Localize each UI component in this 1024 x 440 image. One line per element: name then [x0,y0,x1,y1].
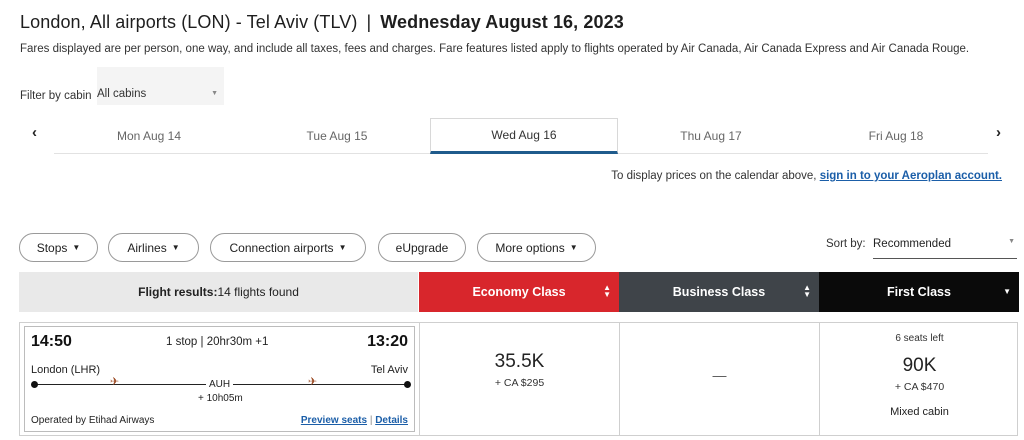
origin-airport: London (LHR) [31,364,101,376]
plane-icon: ✈ [308,376,318,388]
more-options-button[interactable]: More options ▼ [477,233,596,262]
eupgrade-filter-button[interactable]: eUpgrade [378,233,466,262]
sort-icon: ▼ [1003,287,1011,296]
economy-class-header[interactable]: Economy Class ▲ ▼ [419,272,619,312]
date-carousel: ‹ Mon Aug 14 Tue Aug 15 Wed Aug 16 Thu A… [20,118,1020,154]
economy-class-label: Economy Class [472,285,566,299]
stops-filter-label: Stops [36,240,68,255]
economy-fare-cell[interactable]: 35.5K + CA $295 [419,323,619,435]
filter-cabin-label: Filter by cabin [20,90,92,102]
stops-duration: 1 stop | 20hr30m +1 [166,336,269,348]
date-tab-mon-aug-14[interactable]: Mon Aug 14 [54,118,244,154]
business-fare-cell: — [619,323,819,435]
date-tab-thu-aug-17[interactable]: Thu Aug 17 [618,118,804,154]
first-fare-cell[interactable]: 6 seats left 90K + CA $470 Mixed cabin [819,323,1019,435]
connection-airports-label: Connection airports [229,240,334,255]
operated-by: Operated by Etihad Airways [31,415,155,426]
more-options-label: More options [495,240,565,255]
flight-results-label: Flight results: [138,285,218,299]
layover-duration: + 10h05m [198,393,243,404]
sort-value: Recommended [873,238,951,250]
plane-icon: ✈ [110,376,120,388]
filter-cabin-value: All cabins [97,88,147,100]
travel-date: Wednesday August 16, 2023 [380,12,624,32]
caret-down-icon: ▼ [211,90,218,97]
aeroplan-text: To display prices on the calendar above, [611,170,817,182]
economy-points: 35.5K [494,351,545,372]
mixed-cabin-note: Mixed cabin [890,406,949,418]
fare-disclaimer: Fares displayed are per person, one way,… [20,43,970,55]
filter-cabin-select[interactable]: All cabins ▼ [97,67,224,105]
business-class-header[interactable]: Business Class ▲ ▼ [619,272,819,312]
date-tab-tue-aug-15[interactable]: Tue Aug 15 [244,118,430,154]
connection-airports-filter-button[interactable]: Connection airports ▼ [210,233,366,262]
results-header: Flight results: 14 flights found Economy … [19,272,1019,312]
route-title: London, All airports (LON) - Tel Aviv (T… [20,12,358,32]
flight-card: 14:50 1 stop | 20hr30m +1 13:20 London (… [19,322,1018,436]
link-separator: | [369,415,373,426]
sort-label: Sort by: [826,238,866,250]
destination-airport: Tel Aviv [370,364,408,376]
itinerary-box: 14:50 1 stop | 20hr30m +1 13:20 London (… [24,326,415,432]
destination-dot [404,381,411,388]
business-class-label: Business Class [672,285,766,299]
date-tab-fri-aug-18[interactable]: Fri Aug 18 [804,118,988,154]
preview-seats-link[interactable]: Preview seats [301,415,367,426]
caret-down-icon: ▼ [1008,238,1015,245]
first-class-header[interactable]: First Class ▼ [819,272,1019,312]
business-unavailable: — [712,367,727,383]
caret-down-icon: ▼ [569,243,578,252]
aeroplan-signin-link[interactable]: sign in to your Aeroplan account. [820,170,1002,182]
caret-down-icon: ▼ [338,243,347,252]
flight-links: Preview seats | Details [301,415,408,426]
caret-down-icon: ▼ [171,243,180,252]
origin-dot [31,381,38,388]
page-title: London, All airports (LON) - Tel Aviv (T… [20,12,624,33]
sort-icon: ▲ ▼ [803,283,811,299]
flight-itinerary: 14:50 1 stop | 20hr30m +1 13:20 London (… [20,323,419,435]
airlines-filter-button[interactable]: Airlines ▼ [108,233,199,262]
aeroplan-note: To display prices on the calendar above,… [611,170,1002,182]
seats-left: 6 seats left [895,333,944,344]
stops-filter-button[interactable]: Stops ▼ [19,233,98,262]
flight-count: 14 flights found [217,285,299,299]
sort-icon: ▲ ▼ [603,283,611,299]
chevron-right-icon[interactable]: › [996,124,1001,141]
arrival-time: 13:20 [367,333,408,350]
first-class-label: First Class [887,285,951,299]
departure-time: 14:50 [31,333,72,350]
connection-airport-code: AUH [206,379,234,390]
sort-select[interactable]: Recommended ▼ [873,232,1017,259]
economy-cash: + CA $295 [494,377,545,389]
first-points: 90K [902,355,937,376]
flight-results-summary: Flight results: 14 flights found [19,272,418,312]
chevron-left-icon[interactable]: ‹ [32,124,37,141]
date-tab-wed-aug-16[interactable]: Wed Aug 16 [430,118,618,154]
details-link[interactable]: Details [375,415,408,426]
first-cash: + CA $470 [894,381,945,393]
title-separator: | [366,12,372,32]
airlines-filter-label: Airlines [127,240,167,255]
caret-down-icon: ▼ [72,243,81,252]
